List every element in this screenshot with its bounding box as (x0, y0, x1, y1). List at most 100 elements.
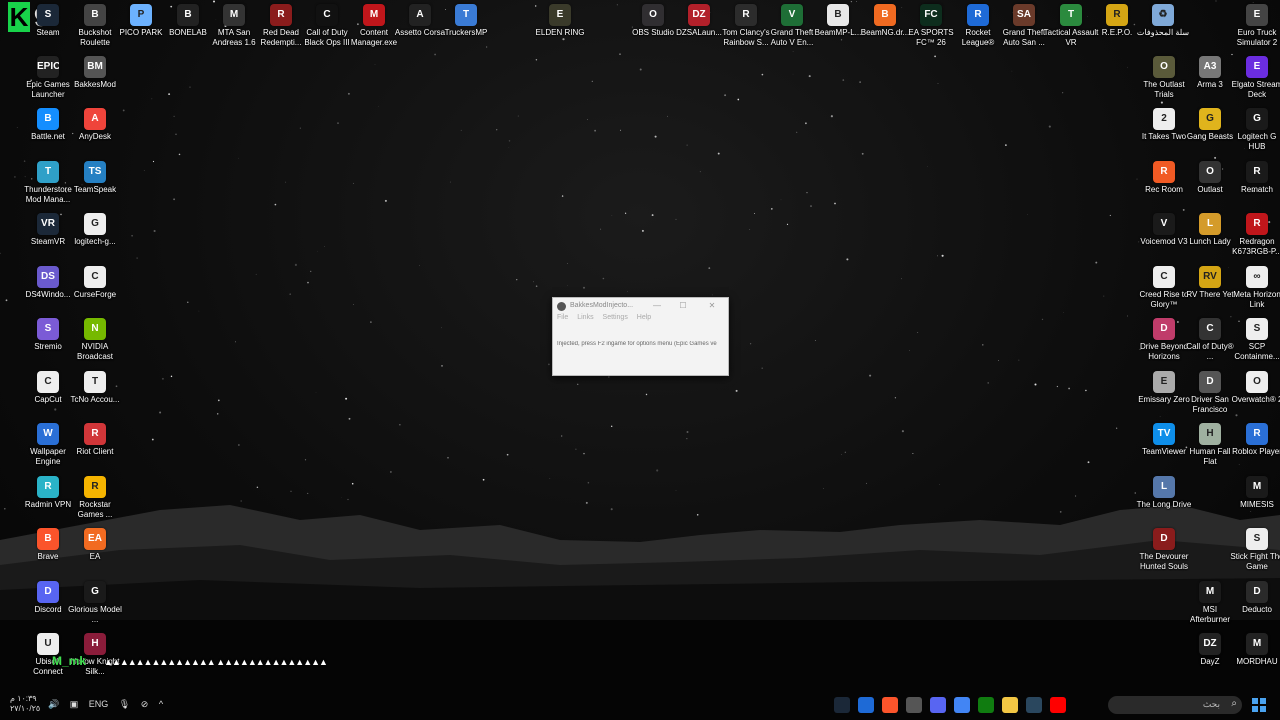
desktop-icon[interactable]: D The Devourer Hunted Souls (1136, 528, 1192, 580)
desktop-icon[interactable]: ♻ سلة المحذوفات (1135, 4, 1191, 56)
desktop-icon-label: Riot Client (76, 447, 114, 456)
star (309, 270, 312, 273)
desktop-icon-label: Overwatch® 2 (1231, 395, 1280, 404)
desktop-icon[interactable]: O Overwatch® 2 (1229, 371, 1280, 423)
app-icon: 2 (1153, 108, 1175, 130)
app-icon: E (1153, 371, 1175, 393)
menu-help[interactable]: Help (637, 314, 651, 321)
star (460, 129, 462, 131)
desktop-icon-label: The Devourer Hunted Souls (1139, 552, 1189, 571)
desktop-icon[interactable]: ∞ Meta Horizon Link (1229, 266, 1280, 318)
desktop-icon[interactable]: R Redragon K673RGB-P... (1229, 213, 1280, 265)
desktop-icon[interactable]: BM BakkesMod (67, 56, 123, 108)
desktop-icon[interactable]: C CurseForge (67, 266, 123, 318)
search-box[interactable]: بحث ⌕ (1108, 696, 1242, 714)
window-titlebar[interactable]: BakkesModInjecto... — ☐ ✕ (553, 298, 728, 314)
chevron-up-icon[interactable]: ^ (159, 699, 163, 709)
desktop-icon[interactable]: N NVIDIA Broadcast (67, 318, 123, 370)
app-icon: O (1199, 161, 1221, 183)
star (143, 170, 145, 171)
star (861, 152, 864, 155)
desktop-icon-label: Roblox Player (1232, 447, 1280, 456)
clock-date: ٢٧/١٠/٢٥ (10, 704, 41, 713)
app-icon: R (1246, 423, 1268, 445)
file-explorer-pin-icon[interactable] (1002, 696, 1018, 713)
bakkesmod-injector-window[interactable]: BakkesModInjecto... — ☐ ✕ File Links Set… (552, 297, 729, 376)
app-icon: M (1246, 476, 1268, 498)
star (347, 92, 350, 95)
star (912, 452, 914, 455)
desktop-icon[interactable]: S Stick Fight The Game (1229, 528, 1280, 580)
star (998, 360, 999, 361)
desktop-icon[interactable]: E ELDEN RING (532, 4, 588, 56)
star (1027, 214, 1028, 215)
youtube-pin-icon[interactable] (1050, 696, 1066, 713)
xbox-pin-icon[interactable] (978, 696, 994, 713)
star (1116, 427, 1118, 429)
username-overlay: M_mk (52, 654, 87, 668)
speaker-icon[interactable]: 🔊 (48, 699, 59, 709)
desktop-icon[interactable]: S SCP Containme... (1229, 318, 1280, 370)
star (859, 81, 861, 83)
desktop-icon[interactable]: R Riot Client (67, 423, 123, 475)
star (294, 263, 297, 266)
desktop-icon[interactable]: E Euro Truck Simulator 2 (1229, 4, 1280, 56)
brave-pin-icon[interactable] (882, 696, 898, 713)
app-icon: V (1153, 213, 1175, 235)
star (496, 129, 498, 131)
discord-pin-icon[interactable] (930, 696, 946, 713)
star (187, 301, 189, 303)
desktop-icon[interactable]: EA EA (67, 528, 123, 580)
desktop-icon[interactable]: E Elgato Stream Deck (1229, 56, 1280, 108)
app-icon: C (1153, 266, 1175, 288)
desktop-icon[interactable]: D Deducto (1229, 581, 1280, 633)
desktop-icon[interactable]: R Roblox Player (1229, 423, 1280, 475)
menu-links[interactable]: Links (577, 314, 593, 321)
star (419, 265, 420, 266)
close-button[interactable]: ✕ (703, 299, 721, 313)
star (749, 343, 752, 345)
steam2-pin-icon[interactable] (1026, 696, 1042, 713)
app-icon: V (781, 4, 803, 26)
maximize-button[interactable]: ☐ (674, 299, 692, 313)
app-icon: R (1106, 4, 1128, 26)
desktop-icon[interactable]: M MIMESIS (1229, 476, 1280, 528)
bakkesmod-pin-icon[interactable] (906, 696, 922, 713)
star (1048, 125, 1051, 128)
start-button[interactable] (1252, 698, 1266, 712)
star (1034, 383, 1037, 386)
star (806, 192, 808, 194)
desktop-icon[interactable]: Glogitech-g... (67, 213, 123, 265)
star (1252, 2, 1254, 3)
menu-settings[interactable]: Settings (603, 314, 628, 321)
star (717, 152, 720, 155)
mic-icon[interactable]: 🎙 (119, 699, 130, 709)
app-icon: C (1199, 318, 1221, 340)
minimize-button[interactable]: — (648, 299, 666, 313)
desktop-icon[interactable]: T TruckersMP (438, 4, 494, 56)
desktop-icon[interactable]: R Rematch (1229, 161, 1280, 213)
clock[interactable]: ١٠:٣٩ م ٢٧/١٠/٢٥ (10, 694, 40, 714)
star (0, 252, 1, 254)
desktop-icon[interactable]: TS TeamSpeak (67, 161, 123, 213)
network-icon[interactable]: ▣ (70, 699, 79, 709)
app-icon: N (84, 318, 106, 340)
desktop-icon[interactable]: T TcNo Accou... (67, 371, 123, 423)
desktop-icon[interactable]: R Rockstar Games ... (67, 476, 123, 528)
star (304, 459, 307, 461)
desktop-icon[interactable]: A AnyDesk (67, 108, 123, 160)
app-icon: W (37, 423, 59, 445)
notification-off-icon[interactable]: ⊘ (141, 699, 149, 709)
language-indicator[interactable]: ENG (89, 699, 109, 709)
chrome-pin-icon[interactable] (954, 696, 970, 713)
menu-file[interactable]: File (557, 314, 568, 321)
star (937, 255, 938, 257)
desktop-icon-label: EA (89, 552, 101, 561)
desktop-icon[interactable]: M MORDHAU (1229, 633, 1280, 685)
desktop-icon[interactable]: G Logitech G HUB (1229, 108, 1280, 160)
steam-pin-icon[interactable] (834, 696, 850, 713)
desktop-icon[interactable]: L The Long Drive (1136, 476, 1192, 528)
desktop-icon[interactable]: G Glorious Model ... (67, 581, 123, 633)
app-icon: FC (920, 4, 942, 26)
rocket-league-pin-icon[interactable] (858, 696, 874, 713)
